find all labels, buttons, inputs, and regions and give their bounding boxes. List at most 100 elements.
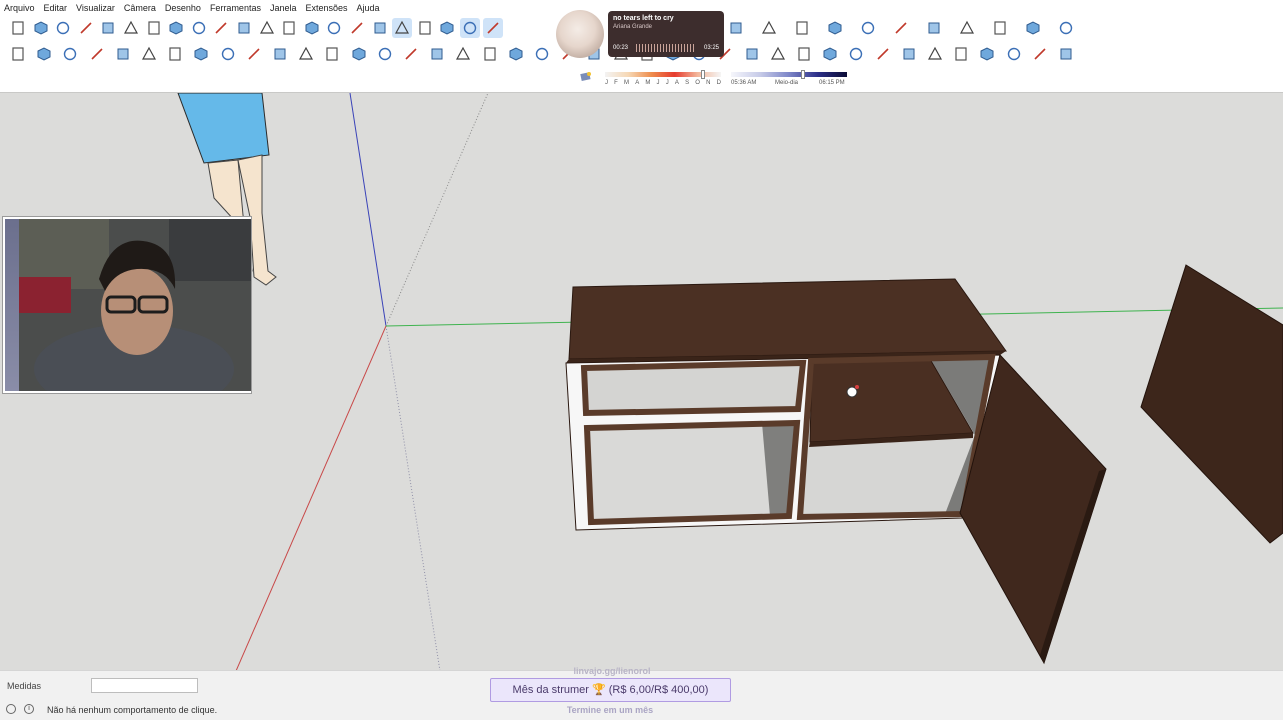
info-icon[interactable]: i [24, 704, 34, 714]
menu-item[interactable]: Editar [44, 3, 68, 13]
menu-item[interactable]: Câmera [124, 3, 156, 13]
menu-item[interactable]: Ferramentas [210, 3, 261, 13]
paint-bucket-icon[interactable] [60, 44, 80, 64]
paste-icon[interactable] [121, 18, 141, 38]
right-view-icon[interactable] [324, 18, 344, 38]
audio-waveform [636, 44, 696, 52]
streamer-video [19, 219, 251, 391]
open-icon[interactable] [31, 18, 51, 38]
pie-icon[interactable] [322, 44, 342, 64]
copy-icon[interactable] [98, 18, 118, 38]
menu-item[interactable]: Visualizar [76, 3, 115, 13]
time-start-label: 05:36 AM [731, 80, 757, 86]
shaded-textures-icon[interactable] [726, 18, 746, 38]
undo-icon[interactable] [166, 18, 186, 38]
line-icon[interactable] [113, 44, 133, 64]
two-point-arc-icon[interactable] [296, 44, 316, 64]
section-icon[interactable] [925, 44, 945, 64]
menu-item[interactable]: Ajuda [357, 3, 380, 13]
circle-icon[interactable] [218, 44, 238, 64]
sun-icon[interactable] [580, 71, 592, 83]
month-label: O [695, 80, 700, 86]
iso-view-icon[interactable] [257, 18, 277, 38]
measurements-label: Medidas [7, 681, 42, 691]
month-label: M [624, 80, 630, 86]
styles-icon[interactable] [891, 18, 911, 38]
look-around-icon[interactable] [873, 44, 893, 64]
month-label: A [635, 80, 640, 86]
blue-axis-dotted [385, 325, 441, 670]
arc-icon[interactable] [270, 44, 290, 64]
zoom-extents-icon[interactable] [794, 44, 814, 64]
menu-item[interactable]: Arquivo [4, 3, 35, 13]
outliner-icon[interactable] [957, 18, 977, 38]
move-icon[interactable] [375, 44, 395, 64]
hidden-line-icon[interactable] [460, 18, 480, 38]
top-view-icon[interactable] [279, 18, 299, 38]
left-view-icon[interactable] [370, 18, 390, 38]
rotated-rectangle-icon[interactable] [191, 44, 211, 64]
follow-me-icon[interactable] [480, 44, 500, 64]
dimension-tool-icon[interactable] [1056, 44, 1076, 64]
select-icon[interactable] [8, 44, 28, 64]
erase-icon[interactable] [144, 18, 164, 38]
make-component-icon[interactable] [34, 44, 54, 64]
zoom-icon[interactable] [742, 44, 762, 64]
time-slider[interactable] [731, 72, 847, 77]
push-pull-icon[interactable] [349, 44, 369, 64]
extension-warehouse-icon[interactable] [825, 18, 845, 38]
model-info-icon[interactable] [234, 18, 254, 38]
song-artist: Ariana Grande [613, 24, 653, 30]
offset-icon[interactable] [453, 44, 473, 64]
solid-tools-icon[interactable] [977, 44, 997, 64]
wireframe-icon[interactable] [437, 18, 457, 38]
zoom-window-icon[interactable] [768, 44, 788, 64]
polygon-icon[interactable] [244, 44, 264, 64]
scale-icon[interactable] [427, 44, 447, 64]
redo-icon[interactable] [189, 18, 209, 38]
bend-icon[interactable] [1030, 44, 1050, 64]
menu-item[interactable]: Extensões [306, 3, 348, 13]
measurements-input[interactable] [91, 678, 198, 693]
tape-measure-icon[interactable] [532, 44, 552, 64]
xray-icon[interactable] [392, 18, 413, 38]
cut-icon[interactable] [76, 18, 96, 38]
front-view-icon[interactable] [302, 18, 322, 38]
walk-icon[interactable] [899, 44, 919, 64]
scenes-icon[interactable] [990, 18, 1010, 38]
freehand-icon[interactable] [139, 44, 159, 64]
status-message: Não há nenhum comportamento de clique. [47, 705, 218, 715]
time-slider-knob[interactable] [801, 70, 805, 79]
back-edges-icon[interactable] [415, 18, 435, 38]
position-camera-icon[interactable] [846, 44, 866, 64]
month-label: M [645, 80, 651, 86]
sandbox-icon[interactable] [951, 44, 971, 64]
mirror-icon[interactable] [1004, 44, 1024, 64]
layers-icon[interactable] [924, 18, 944, 38]
geo-location-icon[interactable] [6, 704, 16, 714]
section-plane-icon[interactable] [792, 18, 812, 38]
components-icon[interactable] [858, 18, 878, 38]
intersect-icon[interactable] [506, 44, 526, 64]
month-label: F [614, 80, 618, 86]
month-labels: JFMAMJJASOND [605, 80, 721, 86]
print-icon[interactable] [211, 18, 231, 38]
stream-overlay-link: linvajo.gg/lienorol [573, 666, 651, 676]
shaded-icon[interactable] [482, 18, 503, 38]
save-icon[interactable] [53, 18, 73, 38]
back-view-icon[interactable] [347, 18, 367, 38]
month-slider-knob[interactable] [701, 70, 705, 79]
now-playing-widget: no tears left to cry Ariana Grande 00:23… [556, 10, 724, 58]
rotate-icon[interactable] [401, 44, 421, 64]
monochrome-icon[interactable] [759, 18, 779, 38]
new-icon[interactable] [8, 18, 28, 38]
previous-view-icon[interactable] [820, 44, 840, 64]
month-label: J [665, 80, 669, 86]
settings-icon[interactable] [1023, 18, 1043, 38]
menu-item[interactable]: Janela [270, 3, 297, 13]
user-icon[interactable] [1056, 18, 1076, 38]
eraser-icon[interactable] [87, 44, 107, 64]
rectangle-icon[interactable] [165, 44, 185, 64]
menu-item[interactable]: Desenho [165, 3, 201, 13]
now-playing-card: no tears left to cry Ariana Grande 00:23… [608, 11, 724, 57]
